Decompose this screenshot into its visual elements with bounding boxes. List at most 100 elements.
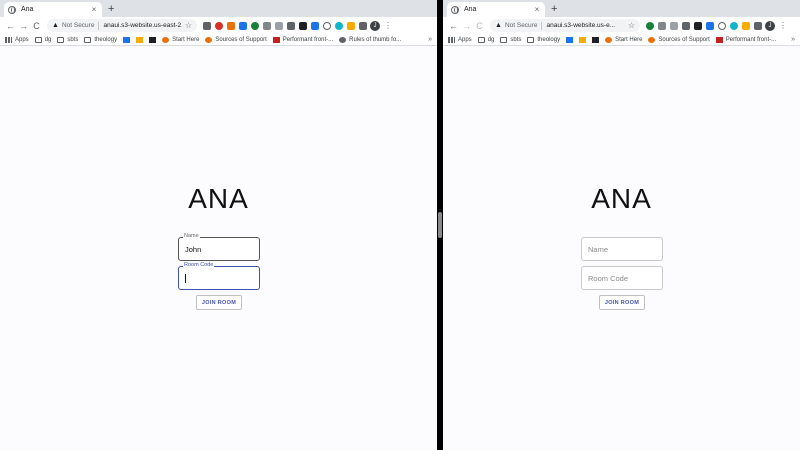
extension-icon[interactable] (706, 21, 714, 30)
text-cursor (185, 274, 186, 283)
extension-icon[interactable] (335, 21, 343, 30)
name-field-value[interactable]: John (185, 245, 201, 254)
site-icon (566, 36, 574, 43)
bookmark-link[interactable]: Sources of Support (205, 36, 267, 43)
menu-icon[interactable]: ⋮ (384, 21, 392, 30)
site-icon (162, 36, 170, 43)
bookmark-star-icon[interactable]: ☆ (185, 21, 192, 30)
globe-icon (451, 5, 459, 14)
bookmark-star-icon[interactable]: ☆ (628, 21, 635, 30)
site-icon (592, 36, 600, 43)
tab-ana[interactable]: Ana × (447, 2, 545, 17)
puzzle-icon[interactable] (754, 21, 762, 30)
forward-button[interactable]: → (460, 21, 473, 31)
extension-icon[interactable] (646, 21, 654, 30)
join-room-button[interactable]: JOIN ROOM (599, 295, 645, 310)
bookmark-folder[interactable]: dg (34, 36, 51, 43)
bookmarks-overflow-button[interactable]: » (428, 36, 432, 43)
reload-button[interactable]: C (473, 21, 486, 31)
profile-avatar[interactable]: J (765, 20, 775, 31)
bookmark-link[interactable] (123, 36, 131, 43)
bookmark-link[interactable] (579, 36, 587, 43)
extension-icon[interactable] (694, 21, 702, 30)
join-room-button[interactable]: JOIN ROOM (196, 295, 242, 310)
site-icon (579, 36, 587, 43)
extension-icon[interactable] (299, 21, 307, 30)
extension-icon[interactable] (323, 21, 331, 30)
bookmarks-overflow-button[interactable]: » (791, 36, 795, 43)
extension-icon[interactable] (730, 21, 738, 30)
forward-button[interactable]: → (17, 21, 30, 31)
extension-icon[interactable] (742, 21, 750, 30)
menu-icon[interactable]: ⋮ (779, 21, 787, 30)
extension-icon[interactable] (287, 21, 295, 30)
extension-icon[interactable] (311, 21, 319, 30)
extension-icon[interactable] (227, 21, 235, 30)
extension-icon[interactable] (251, 21, 259, 30)
tab-strip: Ana × + (0, 0, 437, 17)
app-logo-text: ANA (591, 183, 652, 214)
extension-icon[interactable] (215, 21, 223, 30)
extension-icon[interactable] (239, 21, 247, 30)
page-content: ANA Name John Room Code JOIN ROOM (0, 47, 437, 450)
name-field-label: Name (183, 233, 200, 240)
room-code-field[interactable]: Room Code (178, 262, 260, 290)
bookmark-link[interactable] (592, 36, 600, 43)
bookmark-link[interactable] (136, 36, 144, 43)
name-field[interactable]: Name (581, 237, 663, 261)
room-code-field[interactable]: Room Code (581, 266, 663, 290)
close-icon[interactable]: × (90, 5, 98, 14)
toolbar: ← → C ▲ Not Secure anaui.s3-website.us-e… (443, 17, 800, 34)
puzzle-icon[interactable] (359, 21, 367, 30)
site-icon (715, 36, 723, 43)
extension-icon[interactable] (275, 21, 283, 30)
site-icon (605, 36, 613, 43)
site-icon (272, 36, 280, 43)
close-icon[interactable]: × (533, 5, 541, 14)
bookmark-link[interactable]: Performant front-... (715, 36, 776, 43)
bookmark-link[interactable]: Rules of thumb fo... (339, 36, 401, 43)
globe-icon (8, 5, 16, 14)
bookmark-folder[interactable]: theology (84, 36, 117, 43)
extensions-bar (203, 21, 367, 30)
extension-icon[interactable] (718, 21, 726, 30)
bookmark-link[interactable]: Start Here (162, 36, 199, 43)
reload-button[interactable]: C (30, 21, 43, 31)
bookmark-link[interactable] (566, 36, 574, 43)
page-content: ANA Name Room Code JOIN ROOM (443, 47, 800, 450)
extension-icon[interactable] (347, 21, 355, 30)
toolbar: ← → C ▲ Not Secure anaui.s3-website.us-e… (0, 17, 437, 34)
url-text[interactable]: anaui.s3-website.us-e... (546, 22, 624, 29)
folder-icon (527, 36, 535, 43)
bookmark-apps[interactable]: Apps (5, 36, 29, 43)
name-field[interactable]: Name John (178, 233, 260, 261)
extension-icon[interactable] (203, 21, 211, 30)
back-button[interactable]: ← (447, 21, 460, 31)
bookmark-apps[interactable]: Apps (448, 36, 472, 43)
extension-icon[interactable] (670, 21, 678, 30)
back-button[interactable]: ← (4, 21, 17, 31)
bookmark-link[interactable] (149, 36, 157, 43)
extension-icon[interactable] (682, 21, 690, 30)
address-bar[interactable]: ▲ Not Secure anaui.s3-website.us-east-2.… (47, 19, 197, 32)
folder-icon (84, 36, 92, 43)
bookmark-link[interactable]: Performant front-... (272, 36, 333, 43)
bookmark-link[interactable]: Sources of Support (648, 36, 710, 43)
address-bar[interactable]: ▲ Not Secure anaui.s3-website.us-e... ☆ (490, 19, 640, 32)
warning-icon: ▲ (495, 22, 502, 29)
extension-icon[interactable] (263, 21, 271, 30)
url-text[interactable]: anaui.s3-website.us-east-2.ama... (103, 22, 181, 29)
bookmark-folder[interactable]: theology (527, 36, 560, 43)
bookmark-folder[interactable]: sbts (500, 36, 521, 43)
split-handle[interactable] (438, 212, 442, 238)
bookmark-folder[interactable]: sbts (57, 36, 78, 43)
extension-icon[interactable] (658, 21, 666, 30)
warning-icon: ▲ (52, 22, 59, 29)
new-tab-button[interactable]: + (551, 3, 557, 15)
bookmark-folder[interactable]: dg (477, 36, 494, 43)
security-label: Not Secure (61, 22, 95, 29)
new-tab-button[interactable]: + (108, 3, 114, 15)
tab-ana[interactable]: Ana × (4, 2, 102, 17)
profile-avatar[interactable]: J (370, 20, 380, 31)
bookmark-link[interactable]: Start Here (605, 36, 642, 43)
